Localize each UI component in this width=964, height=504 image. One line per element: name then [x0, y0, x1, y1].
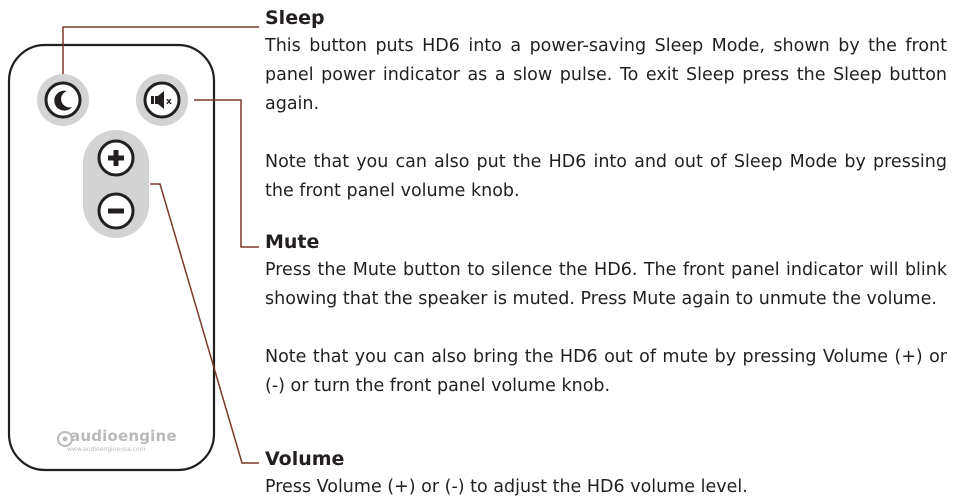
mute-description: Press the Mute button to silence the HD6…	[265, 260, 947, 309]
mute-x-label: x	[166, 97, 172, 107]
sleep-title: Sleep	[265, 7, 325, 29]
sleep-description: This button puts HD6 into a power-saving…	[265, 36, 947, 114]
sleep-note: Note that you can also put the HD6 into …	[265, 152, 947, 201]
volume-title: Volume	[265, 448, 345, 470]
brand-url: www.audioengineusa.com	[67, 446, 146, 453]
volume-description: Press Volume (+) or (-) to adjust the HD…	[265, 477, 748, 497]
mute-button[interactable]: x	[136, 74, 188, 126]
brand-name: audioengine	[70, 427, 177, 445]
volume-down-button[interactable]	[97, 192, 135, 230]
sleep-button[interactable]	[37, 74, 89, 126]
minus-icon	[108, 208, 124, 214]
mute-note: Note that you can also bring the HD6 out…	[265, 347, 947, 396]
volume-up-button[interactable]	[97, 139, 135, 177]
mute-title: Mute	[265, 231, 320, 253]
